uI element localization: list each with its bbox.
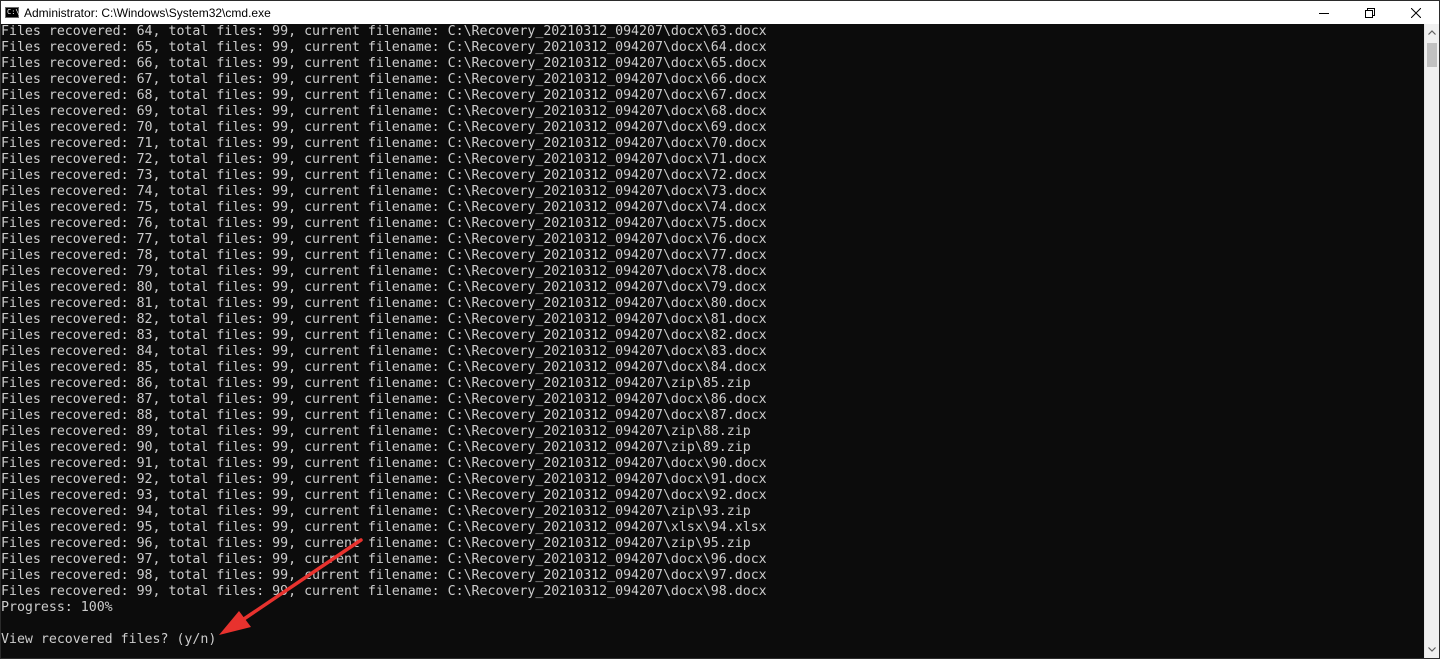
console-line: Progress: 100% — [1, 600, 113, 615]
console-line: Files recovered: 67, total files: 99, cu… — [1, 72, 767, 87]
console-line: Files recovered: 76, total files: 99, cu… — [1, 216, 767, 231]
console-line: Files recovered: 68, total files: 99, cu… — [1, 88, 767, 103]
console-line: Files recovered: 79, total files: 99, cu… — [1, 264, 767, 279]
window-controls — [1301, 1, 1439, 24]
console-line: Files recovered: 83, total files: 99, cu… — [1, 328, 767, 343]
console-line: Files recovered: 98, total files: 99, cu… — [1, 568, 767, 583]
console-output[interactable]: Files recovered: 64, total files: 99, cu… — [1, 24, 1424, 658]
scroll-thumb[interactable] — [1427, 43, 1437, 67]
cmd-window: C:\ Administrator: C:\Windows\System32\c… — [0, 0, 1440, 659]
scroll-down-icon — [1428, 647, 1436, 652]
minimize-button[interactable] — [1301, 1, 1347, 24]
console-line: Files recovered: 70, total files: 99, cu… — [1, 120, 767, 135]
title-bar[interactable]: C:\ Administrator: C:\Windows\System32\c… — [1, 1, 1439, 24]
console-line: Files recovered: 88, total files: 99, cu… — [1, 408, 767, 423]
console-line: Files recovered: 73, total files: 99, cu… — [1, 168, 767, 183]
console-line: Files recovered: 99, total files: 99, cu… — [1, 584, 767, 599]
console-line: Files recovered: 74, total files: 99, cu… — [1, 184, 767, 199]
console-line: Files recovered: 65, total files: 99, cu… — [1, 40, 767, 55]
scroll-down-button[interactable] — [1425, 641, 1439, 658]
console-line: Files recovered: 81, total files: 99, cu… — [1, 296, 767, 311]
close-button[interactable] — [1393, 1, 1439, 24]
console-line: Files recovered: 85, total files: 99, cu… — [1, 360, 767, 375]
maximize-button[interactable] — [1347, 1, 1393, 24]
scroll-up-icon — [1428, 30, 1436, 35]
console-line: Files recovered: 72, total files: 99, cu… — [1, 152, 767, 167]
console-line: Files recovered: 66, total files: 99, cu… — [1, 56, 767, 71]
console-line: View recovered files? (y/n) — [1, 632, 217, 647]
console-line: Files recovered: 94, total files: 99, cu… — [1, 504, 751, 519]
console-line: Files recovered: 69, total files: 99, cu… — [1, 104, 767, 119]
console-line: Files recovered: 95, total files: 99, cu… — [1, 520, 767, 535]
cmd-console-icon[interactable]: C:\ — [5, 7, 20, 18]
window-title: Administrator: C:\Windows\System32\cmd.e… — [24, 5, 271, 20]
console-line: Files recovered: 92, total files: 99, cu… — [1, 472, 767, 487]
cmd-console-icon-glyph: C:\ — [7, 8, 20, 16]
vertical-scrollbar[interactable] — [1424, 24, 1439, 658]
console-line: Files recovered: 89, total files: 99, cu… — [1, 424, 751, 439]
console-line: Files recovered: 84, total files: 99, cu… — [1, 344, 767, 359]
console-lines: Files recovered: 64, total files: 99, cu… — [1, 24, 767, 648]
console-line: Files recovered: 96, total files: 99, cu… — [1, 536, 751, 551]
console-line: Files recovered: 80, total files: 99, cu… — [1, 280, 767, 295]
maximize-icon — [1365, 7, 1375, 18]
close-icon — [1411, 7, 1421, 18]
console-line: Files recovered: 82, total files: 99, cu… — [1, 312, 767, 327]
console-line: Files recovered: 64, total files: 99, cu… — [1, 24, 767, 39]
console-line: Files recovered: 91, total files: 99, cu… — [1, 456, 767, 471]
console-line: Files recovered: 97, total files: 99, cu… — [1, 552, 767, 567]
console-line: Files recovered: 93, total files: 99, cu… — [1, 488, 767, 503]
scroll-up-button[interactable] — [1425, 24, 1439, 41]
minimize-icon — [1319, 12, 1329, 14]
console-line: Files recovered: 78, total files: 99, cu… — [1, 248, 767, 263]
console-line: Files recovered: 90, total files: 99, cu… — [1, 440, 751, 455]
console-line: Files recovered: 71, total files: 99, cu… — [1, 136, 767, 151]
console-line: Files recovered: 87, total files: 99, cu… — [1, 392, 767, 407]
console-line: Files recovered: 75, total files: 99, cu… — [1, 200, 767, 215]
console-line: Files recovered: 86, total files: 99, cu… — [1, 376, 751, 391]
console-line: Files recovered: 77, total files: 99, cu… — [1, 232, 767, 247]
